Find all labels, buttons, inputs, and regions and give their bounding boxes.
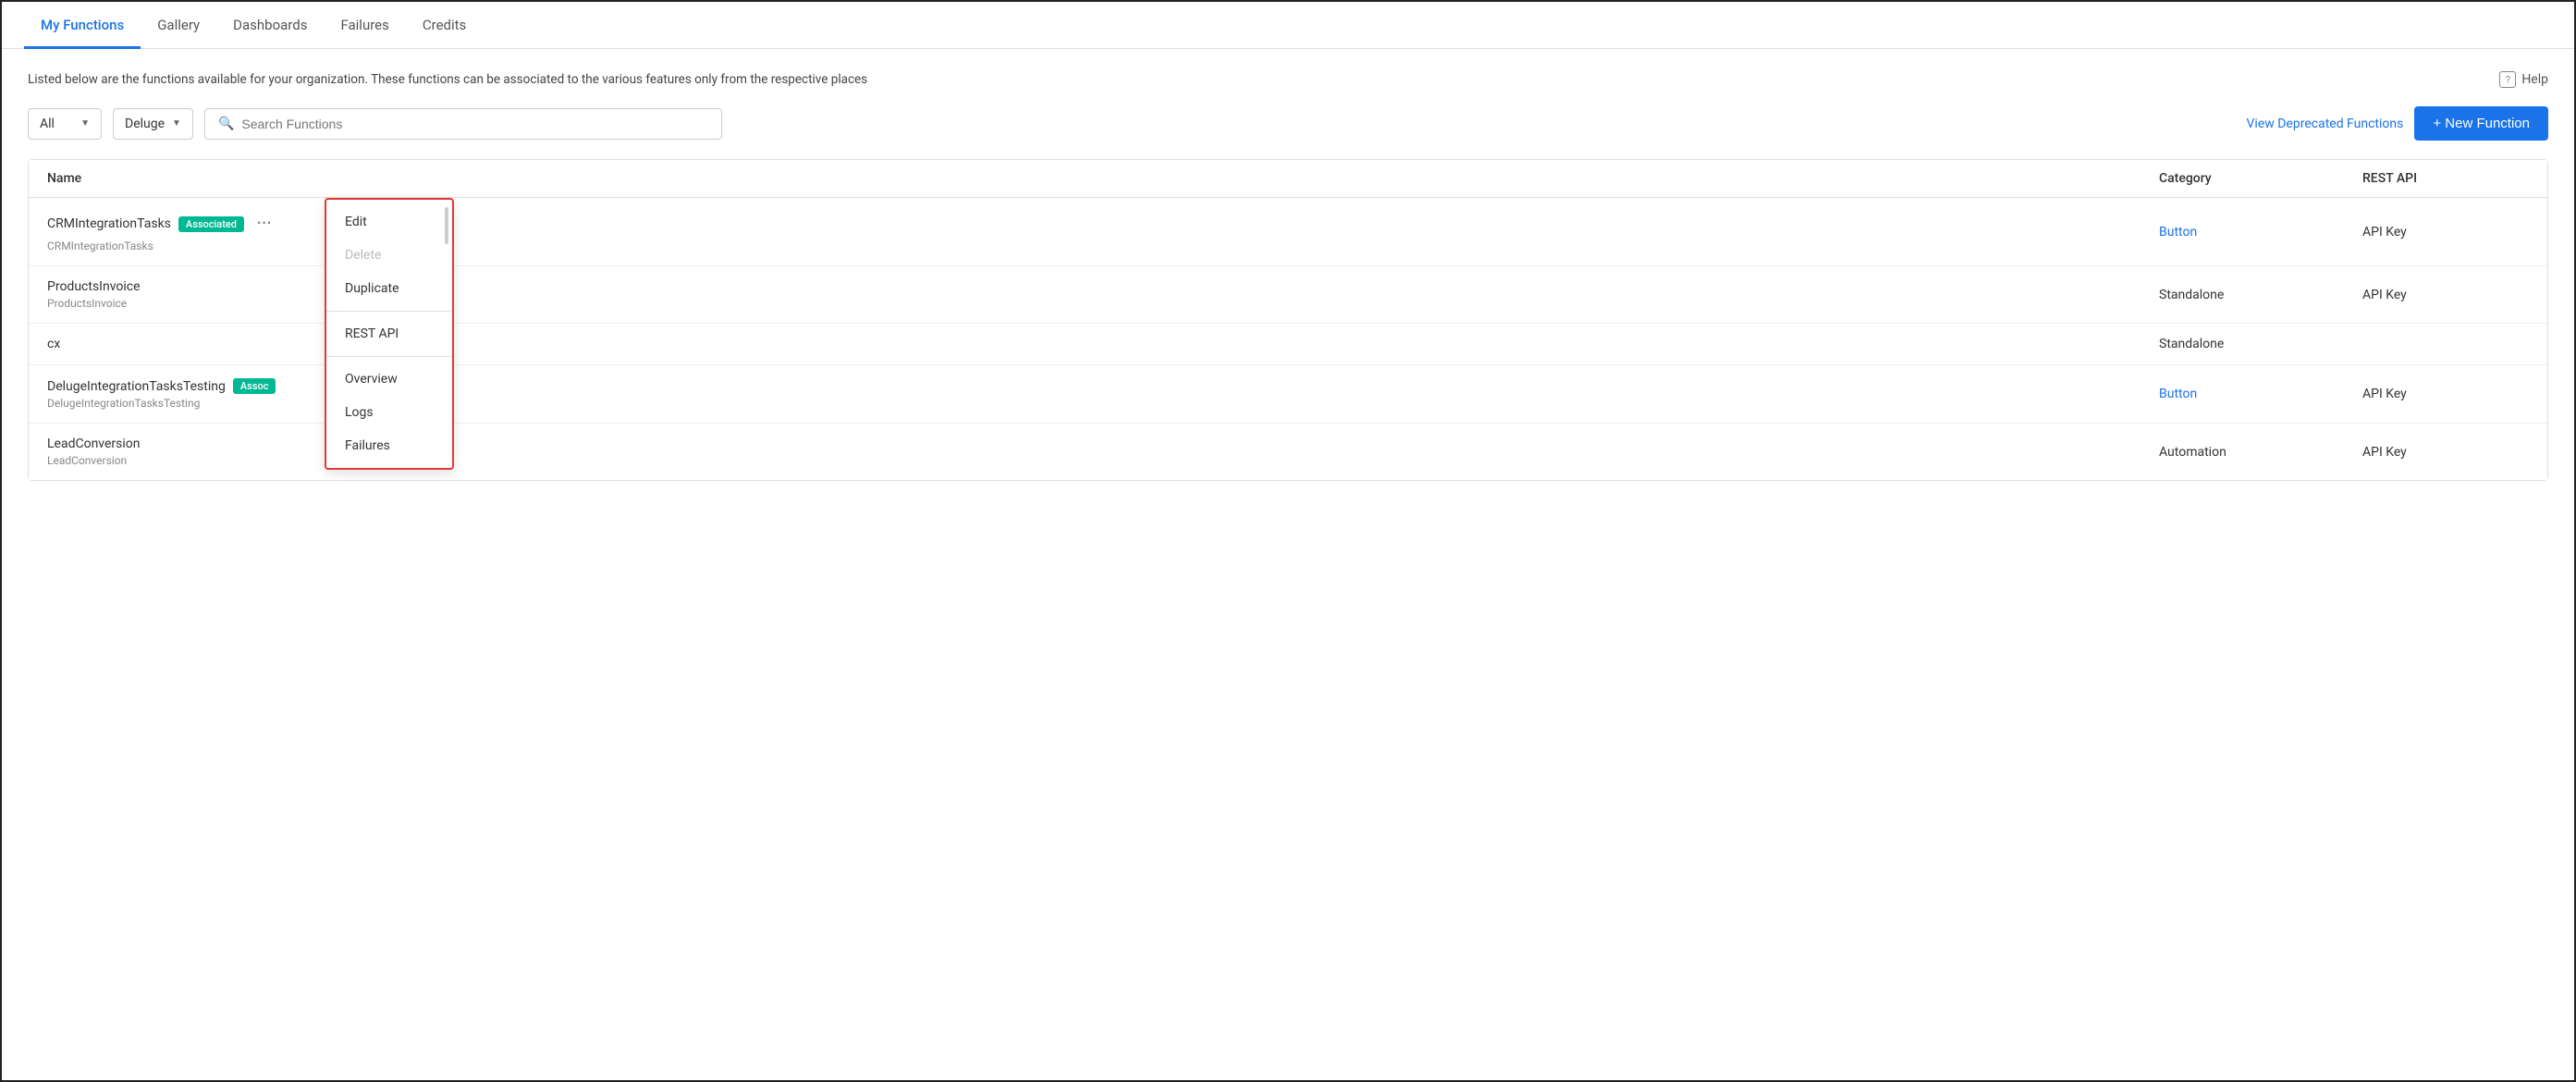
context-menu-logs[interactable]: Logs (326, 396, 452, 429)
function-name: LeadConversion (47, 436, 141, 451)
category-value: Standalone (2159, 288, 2362, 302)
tab-my-functions[interactable]: My Functions (24, 2, 141, 49)
function-name: DelugeIntegrationTasksTesting (47, 379, 226, 394)
new-function-button[interactable]: + New Function (2414, 106, 2548, 141)
functions-table: Name Category REST API CRMIntegrationTas… (28, 159, 2548, 481)
tab-failures[interactable]: Failures (324, 2, 405, 49)
more-options-button[interactable]: ··· (251, 211, 277, 237)
rest-api-value: API Key (2362, 288, 2529, 302)
help-link[interactable]: ? Help (2499, 71, 2548, 88)
tab-credits[interactable]: Credits (406, 2, 483, 49)
chevron-down-icon: ▼ (172, 118, 181, 129)
function-name: CRMIntegrationTasks (47, 216, 171, 231)
category-filter[interactable]: All ▼ (28, 108, 102, 140)
description-text: Listed below are the functions available… (28, 72, 867, 87)
category-value[interactable]: Button (2159, 387, 2362, 401)
table-header: Name Category REST API (29, 160, 2547, 198)
context-menu-divider (326, 311, 452, 312)
context-menu-failures[interactable]: Failures (326, 429, 452, 462)
category-value: Standalone (2159, 337, 2362, 351)
category-value[interactable]: Button (2159, 225, 2362, 240)
context-menu-overview[interactable]: Overview (326, 363, 452, 396)
language-filter[interactable]: Deluge ▼ (113, 108, 193, 140)
rest-api-value: API Key (2362, 225, 2529, 240)
rest-api-value: API Key (2362, 387, 2529, 401)
context-menu-duplicate[interactable]: Duplicate (326, 272, 452, 305)
search-box: 🔍 (204, 108, 722, 140)
category-value: Automation (2159, 445, 2362, 460)
category-filter-value: All (40, 117, 55, 131)
app-container: My Functions Gallery Dashboards Failures… (0, 0, 2576, 1082)
function-name: ProductsInvoice (47, 279, 141, 294)
main-content: Listed below are the functions available… (2, 49, 2574, 1080)
context-menu-delete: Delete (326, 239, 452, 272)
header-name: Name (47, 171, 2159, 186)
tab-dashboards[interactable]: Dashboards (216, 2, 324, 49)
language-filter-value: Deluge (125, 117, 165, 131)
associated-badge: Associated (178, 216, 244, 232)
tab-gallery[interactable]: Gallery (141, 2, 216, 49)
header-category: Category (2159, 171, 2362, 186)
assoc-badge: Assoc (233, 378, 276, 394)
search-icon: 🔍 (218, 117, 234, 131)
view-deprecated-link[interactable]: View Deprecated Functions (2247, 117, 2404, 131)
help-label: Help (2521, 72, 2548, 87)
context-menu-rest-api[interactable]: REST API (326, 317, 452, 350)
context-menu-edit[interactable]: Edit (326, 205, 452, 239)
description-bar: Listed below are the functions available… (28, 71, 2548, 88)
filters-row: All ▼ Deluge ▼ 🔍 View Deprecated Functio… (28, 106, 2548, 141)
context-menu: Edit Delete Duplicate REST API Overview … (325, 198, 454, 470)
top-nav: My Functions Gallery Dashboards Failures… (2, 2, 2574, 49)
help-icon: ? (2499, 71, 2516, 88)
function-name: cx (47, 337, 60, 351)
search-input[interactable] (241, 117, 708, 131)
context-menu-wrapper: Edit Delete Duplicate REST API Overview … (325, 198, 454, 470)
context-menu-divider-2 (326, 356, 452, 357)
rest-api-value: API Key (2362, 445, 2529, 460)
header-rest-api: REST API (2362, 171, 2529, 186)
table-row: CRMIntegrationTasks Associated ··· CRMIn… (29, 198, 2547, 266)
chevron-down-icon: ▼ (80, 118, 90, 129)
